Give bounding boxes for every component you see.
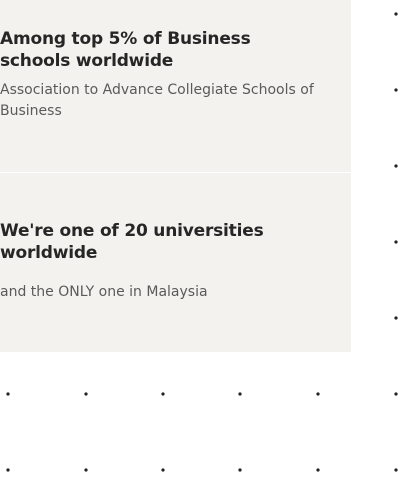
accolade-subtext: Association to Advance Collegiate School… (0, 82, 314, 119)
dot (6, 392, 10, 396)
accolade-subtext: and the ONLY one in Malaysia (0, 284, 208, 300)
accolade-heading: Among top 5% of Business schools worldwi… (0, 29, 251, 71)
dot (238, 468, 242, 472)
dot (394, 240, 398, 244)
dot (6, 468, 10, 472)
dot (316, 468, 320, 472)
dot (84, 468, 88, 472)
accolade-card-malaysia: We're one of 20 universities worldwide a… (0, 173, 351, 352)
dot (394, 12, 398, 16)
dot (84, 392, 88, 396)
dot (394, 88, 398, 92)
accolade-heading: We're one of 20 universities worldwide (0, 221, 264, 263)
dot (238, 392, 242, 396)
dot (316, 392, 320, 396)
dot (394, 392, 398, 396)
accolades-section: Among top 5% of Business schools worldwi… (0, 0, 398, 481)
dot (394, 164, 398, 168)
dot (161, 468, 165, 472)
dot (394, 316, 398, 320)
accolade-card-aacsb: Among top 5% of Business schools worldwi… (0, 0, 351, 172)
dot (394, 468, 398, 472)
dot (161, 392, 165, 396)
accolades-panel: Among top 5% of Business schools worldwi… (0, 0, 351, 352)
